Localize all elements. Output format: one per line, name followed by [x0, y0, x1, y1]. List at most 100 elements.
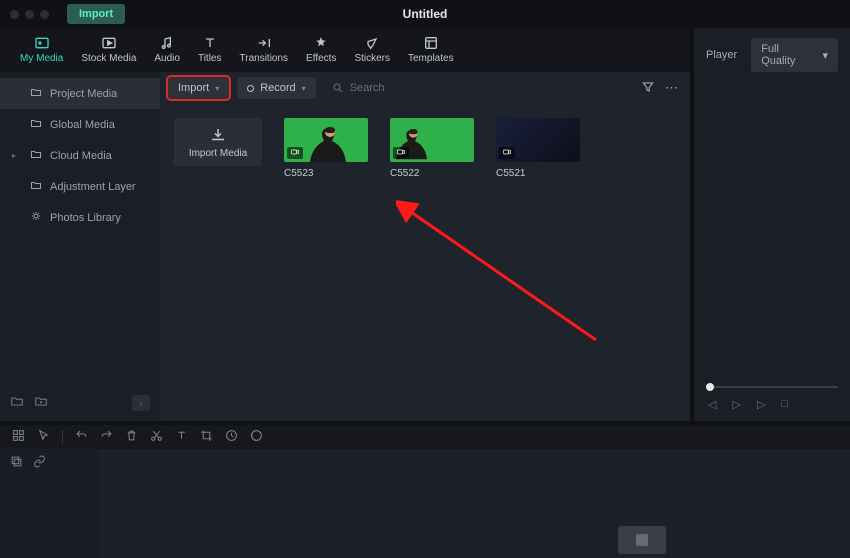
search-input[interactable]: Search — [324, 82, 633, 94]
tab-stock-media[interactable]: Stock Media — [81, 35, 136, 64]
import-media-label: Import Media — [189, 148, 247, 159]
text-icon[interactable] — [175, 429, 188, 445]
video-badge-icon — [499, 147, 515, 159]
sidebar-item-global-media[interactable]: Global Media — [0, 109, 160, 140]
maximize-window-icon[interactable] — [40, 10, 49, 19]
scrubber-knob[interactable] — [706, 383, 714, 391]
import-button-label: Import — [178, 82, 209, 94]
tab-titles-label: Titles — [198, 53, 222, 64]
prev-frame-icon[interactable]: ◁ — [708, 398, 716, 411]
more-icon[interactable]: ⋯ — [665, 80, 678, 96]
timeline-toolbar — [0, 421, 850, 449]
next-frame-icon[interactable]: ▷ — [757, 398, 765, 411]
speed-icon[interactable] — [225, 429, 238, 445]
close-window-icon[interactable] — [10, 10, 19, 19]
new-folder-icon[interactable] — [10, 394, 24, 411]
titlebar: Import Untitled — [0, 0, 850, 28]
tab-transitions-label: Transitions — [240, 53, 289, 64]
crop-icon[interactable] — [200, 429, 213, 445]
redo-icon[interactable] — [100, 429, 113, 445]
filter-icon[interactable] — [641, 80, 655, 97]
tab-effects-label: Effects — [306, 53, 336, 64]
collapse-sidebar-icon[interactable]: ‹ — [132, 395, 150, 411]
tab-stock-media-label: Stock Media — [81, 53, 136, 64]
timeline-track-header — [0, 449, 98, 558]
cut-icon[interactable] — [150, 429, 163, 445]
photos-icon — [30, 210, 42, 225]
project-title: Untitled — [0, 7, 850, 21]
link-icon[interactable] — [33, 455, 46, 552]
tab-transitions[interactable]: Transitions — [240, 35, 289, 64]
sidebar-item-label: Adjustment Layer — [50, 181, 136, 193]
folder-icon — [30, 148, 42, 163]
chevron-down-icon: ▾ — [822, 49, 828, 62]
window-controls — [10, 10, 49, 19]
sidebar-footer: ‹ — [0, 390, 160, 415]
stop-icon[interactable]: □ — [781, 398, 788, 411]
media-sidebar: Project Media Global Media ▸ Cloud Media — [0, 72, 160, 421]
quality-selector[interactable]: Full Quality ▾ — [751, 38, 838, 72]
timeline-clip-fragment[interactable] — [618, 526, 666, 554]
record-button[interactable]: Record ▾ — [237, 77, 315, 99]
player-panel: Player Full Quality ▾ ◁ ▷ ▷ □ — [690, 28, 850, 421]
sidebar-item-label: Cloud Media — [50, 150, 112, 162]
sidebar-item-adjustment-layer[interactable]: Adjustment Layer — [0, 171, 160, 202]
chevron-down-icon: ▾ — [215, 84, 219, 93]
quality-label: Full Quality — [761, 43, 814, 67]
sidebar-item-label: Photos Library — [50, 212, 121, 224]
media-grid: Import Media C5523 — [160, 104, 690, 421]
pointer-icon[interactable] — [37, 429, 50, 445]
record-dot-icon — [247, 85, 254, 92]
tab-my-media-label: My Media — [20, 53, 63, 64]
video-badge-icon — [287, 147, 303, 159]
tab-my-media[interactable]: My Media — [20, 35, 63, 64]
tab-effects[interactable]: Effects — [306, 35, 336, 64]
media-toolbar: Import ▾ Record ▾ Search — [160, 72, 690, 104]
tab-titles[interactable]: Titles — [198, 35, 222, 64]
import-icon — [209, 126, 227, 144]
folder-icon — [30, 179, 42, 194]
minimize-window-icon[interactable] — [25, 10, 34, 19]
undo-icon[interactable] — [75, 429, 88, 445]
media-clip[interactable]: C5521 — [496, 118, 580, 179]
video-thumbnail-icon — [310, 118, 354, 162]
delete-icon[interactable] — [125, 429, 138, 445]
search-placeholder: Search — [350, 82, 385, 94]
timeline-tracks[interactable] — [98, 449, 850, 558]
tab-import[interactable]: Import — [67, 4, 125, 24]
color-icon[interactable] — [250, 429, 263, 445]
tab-audio[interactable]: Audio — [154, 35, 180, 64]
folder-icon — [30, 86, 42, 101]
import-media-card[interactable]: Import Media — [174, 118, 262, 166]
tab-stickers[interactable]: Stickers — [354, 35, 390, 64]
timeline — [0, 449, 850, 558]
sidebar-item-label: Global Media — [50, 119, 115, 131]
folder-plus-icon[interactable] — [34, 394, 48, 411]
tab-audio-label: Audio — [154, 53, 180, 64]
clip-title: C5521 — [496, 168, 580, 179]
media-clip[interactable]: C5522 — [390, 118, 474, 179]
grid-icon[interactable] — [12, 429, 25, 445]
clip-title: C5523 — [284, 168, 368, 179]
sidebar-item-cloud-media[interactable]: ▸ Cloud Media — [0, 140, 160, 171]
media-clip[interactable]: C5523 — [284, 118, 368, 179]
play-icon[interactable]: ▷ — [732, 398, 740, 411]
layers-icon[interactable] — [10, 455, 23, 552]
player-scrubber[interactable] — [706, 386, 838, 388]
chevron-down-icon: ▾ — [302, 84, 306, 93]
media-content: Import ▾ Record ▾ Search — [160, 72, 690, 421]
player-viewport — [694, 82, 850, 380]
folder-icon — [30, 117, 42, 132]
sidebar-item-project-media[interactable]: Project Media — [0, 78, 160, 109]
tab-templates-label: Templates — [408, 53, 454, 64]
sidebar-item-photos-library[interactable]: Photos Library — [0, 202, 160, 233]
search-icon — [332, 82, 344, 94]
video-badge-icon — [393, 147, 409, 159]
record-button-label: Record — [260, 82, 295, 94]
tab-stickers-label: Stickers — [354, 53, 390, 64]
tab-templates[interactable]: Templates — [408, 35, 454, 64]
clip-title: C5522 — [390, 168, 474, 179]
sidebar-item-label: Project Media — [50, 88, 117, 100]
player-label: Player — [706, 49, 737, 61]
import-button[interactable]: Import ▾ — [168, 77, 229, 99]
